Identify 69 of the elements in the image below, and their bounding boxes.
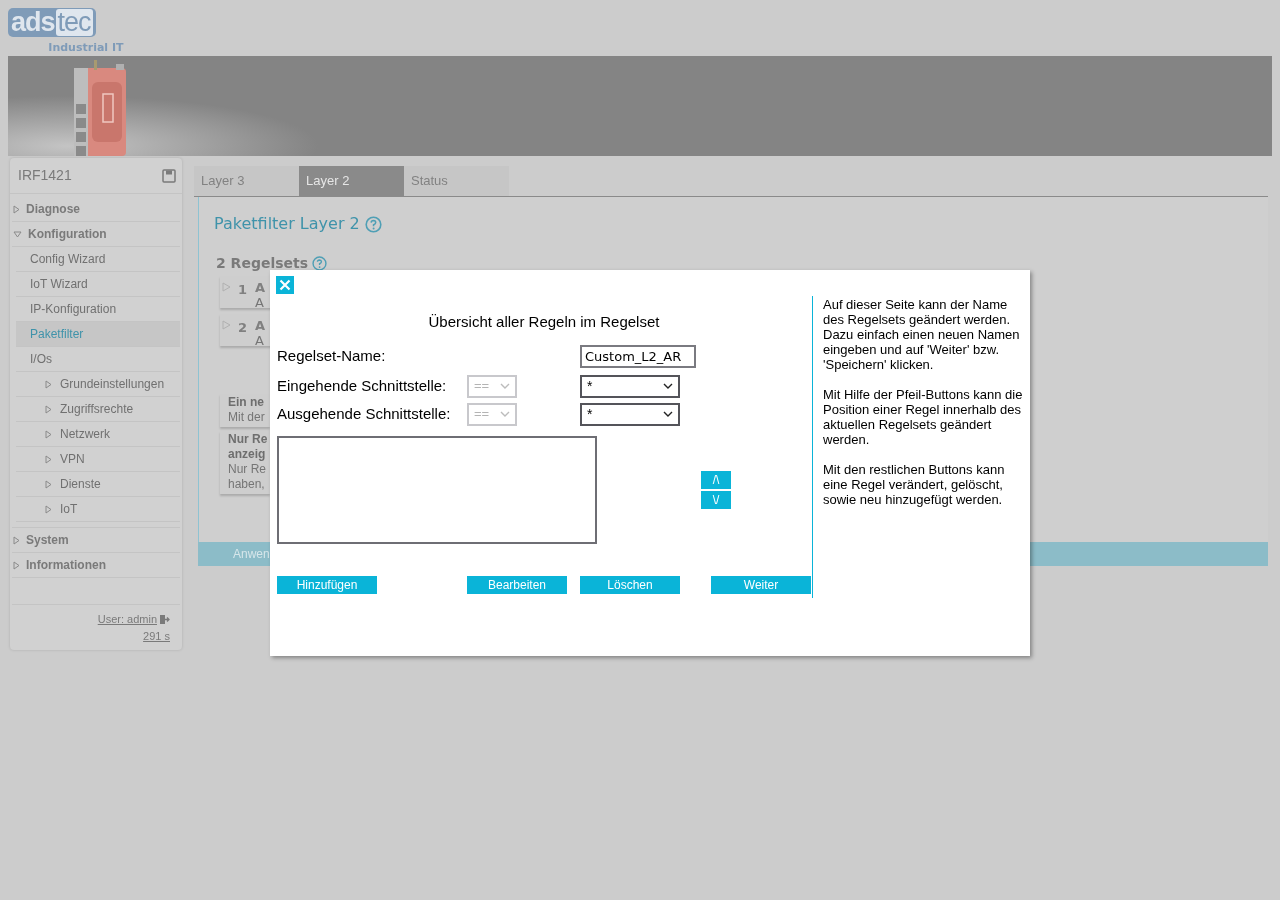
help-text: Mit Hilfe der Pfeil-Buttons kann die Position einer Regel innerhalb des aktuellen Regelsets geändert werden. [823, 387, 1024, 447]
field-label: Ausgehende Schnittstelle: [277, 403, 452, 424]
caret-right-icon [13, 204, 20, 214]
move-down-button[interactable]: \/ [701, 491, 731, 509]
rules-list[interactable] [277, 436, 597, 544]
sidebar-section[interactable]: Konfiguration [12, 222, 180, 247]
caret-right-icon [45, 379, 52, 389]
dialog-title: Übersicht aller Regeln im Regelset [427, 312, 661, 331]
logo: adstec [8, 8, 96, 37]
logout-icon [159, 613, 170, 625]
card-text: Nur Re [228, 462, 267, 477]
sidebar-item[interactable]: Config Wizard [16, 247, 180, 272]
card-title: Nur Re [228, 432, 269, 447]
sidebar-item[interactable]: IoT Wizard [16, 272, 180, 297]
help-icon [364, 215, 382, 233]
chevron-down-icon [663, 383, 673, 389]
caret-right-icon [222, 282, 231, 292]
caret-right-icon [13, 560, 20, 570]
sidebar-section[interactable]: System [12, 528, 180, 553]
interface-select[interactable]: * [580, 402, 680, 426]
page-title: Paketfilter Layer 2 [214, 213, 360, 235]
caret-right-icon [222, 320, 231, 330]
sidebar-item[interactable]: IoT [16, 497, 180, 522]
card-text: Mit der [228, 410, 266, 425]
dialog-button[interactable]: Hinzufügen [277, 576, 377, 594]
sidebar-item[interactable]: Grundeinstellungen [16, 372, 180, 397]
interface-select[interactable]: * [580, 374, 680, 398]
section-heading: 2 Regelsets [216, 254, 309, 273]
caret-right-icon [45, 504, 52, 514]
sidebar-item[interactable]: Zugriffsrechte [16, 397, 180, 422]
help-text: Auf dieser Seite kann der Name des Regelsets geändert werden. Dazu einfach einen neuen Namen eingeben und auf 'Weiter' bzw. 'Speichern' klicken. [823, 297, 1021, 372]
save-icon [162, 168, 176, 183]
dialog-button[interactable]: Bearbeiten [467, 576, 567, 594]
tab[interactable]: Status [404, 166, 509, 196]
dialog-button[interactable]: Löschen [580, 576, 680, 594]
caret-right-icon [45, 429, 52, 439]
tab[interactable]: Layer 3 [194, 166, 299, 196]
caret-right-icon [13, 535, 20, 545]
close-icon [279, 279, 291, 291]
apply-button[interactable]: Anwen [233, 545, 270, 563]
sidebar-item[interactable]: Paketfilter [16, 322, 180, 347]
card-text: haben, [228, 477, 266, 492]
name-input[interactable]: Custom_L2_AR [580, 344, 696, 368]
caret-down-icon [13, 230, 22, 238]
sidebar-section[interactable]: Diagnose [12, 197, 180, 222]
sidebar-item[interactable]: Dienste [16, 472, 180, 497]
logo-tagline: Industrial IT [48, 40, 124, 56]
caret-right-icon [45, 404, 52, 414]
field-label: Eingehende Schnittstelle: [277, 375, 448, 396]
card-title: Ein ne [228, 395, 265, 410]
tab[interactable]: Layer 2 [299, 166, 404, 196]
device-name: IRF1421 [18, 166, 72, 185]
chevron-down-icon [663, 411, 673, 417]
caret-right-icon [45, 479, 52, 489]
chevron-down-icon [500, 383, 510, 389]
move-up-button[interactable]: /\ [701, 471, 731, 489]
sidebar-item[interactable]: VPN [16, 447, 180, 472]
help-text: Mit den restlichen Buttons kann eine Regel verändert, gelöscht, sowie neu hinzugefügt werden. [823, 462, 1006, 507]
field-label: Regelset-Name: [277, 345, 387, 366]
chevron-down-icon [500, 411, 510, 417]
user-link[interactable]: User: admin [97, 611, 157, 628]
session-timer: 291 s [143, 628, 170, 644]
sidebar-item[interactable]: I/Os [16, 347, 180, 372]
caret-right-icon [45, 454, 52, 464]
card-title: anzeig [228, 447, 267, 462]
sidebar-item[interactable]: Netzwerk [16, 422, 180, 447]
sidebar-section[interactable]: Informationen [12, 553, 180, 578]
help-icon [312, 256, 328, 271]
dialog-button[interactable]: Weiter [711, 576, 811, 594]
